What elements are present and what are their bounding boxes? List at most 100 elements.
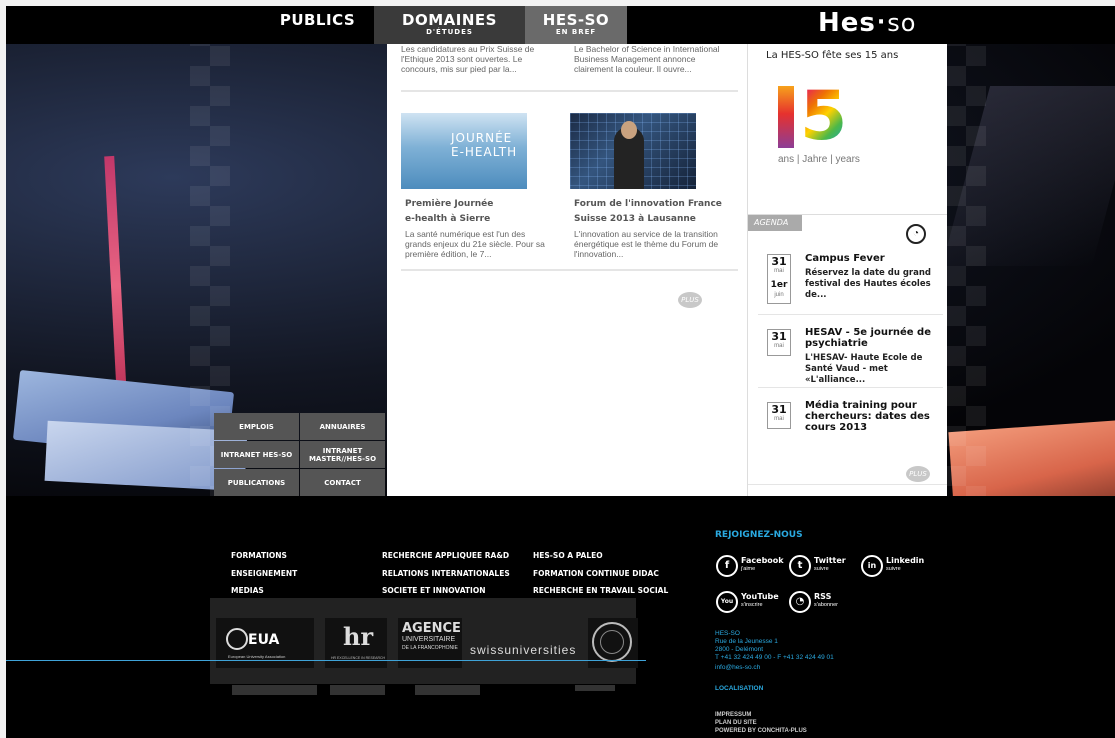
event2-month: mai (774, 343, 784, 349)
news-item1-text: La santé numérique est l'un des grands e… (405, 229, 545, 259)
auf-logo-line2: UNIVERSITAIRE (402, 636, 456, 643)
top-navigation: PUBLICS DOMAINES D'ÉTUDES HES-SO EN BREF… (6, 6, 1115, 44)
agenda-rss-icon[interactable]: ◔ (906, 224, 926, 244)
pink-light-streak (104, 155, 128, 417)
rss-sub: s'abonner (814, 602, 838, 608)
rss-icon[interactable]: ◔ (789, 591, 811, 613)
sidebar-bottom-divider (748, 484, 947, 485)
quicklink-intranet-master[interactable]: INTRANET MASTER//HES-SO (300, 441, 385, 468)
powered-by-link[interactable]: POWERED BY CONCHITA-PLUS (715, 728, 807, 736)
event2-day: 31 (771, 330, 787, 343)
nav-publics[interactable]: PUBLICS (260, 6, 375, 44)
event3-date: 31 mai (767, 402, 791, 429)
event1-text: Réservez la date du grand festival des H… (805, 268, 931, 300)
news-item2-title[interactable]: Forum de l'innovation France Suisse 2013… (574, 197, 722, 227)
quicklink-emplois[interactable]: EMPLOIS (214, 413, 299, 440)
news-item2-text: L'innovation au service de la transition… (574, 229, 719, 259)
plan-du-site-link[interactable]: PLAN DU SITE (715, 720, 757, 728)
quicklink-annuaires[interactable]: ANNUAIRES (300, 413, 385, 440)
news-item2-title-line2: Suisse 2013 à Lausanne (574, 214, 696, 224)
news-plus-button[interactable]: PLUS (678, 292, 702, 308)
address-city: 2800 - Delémont (715, 646, 764, 653)
event2-date: 31 mai (767, 329, 791, 356)
news-panel: Les candidatures au Prix Suisse de l'Eth… (387, 44, 747, 496)
linkedin-icon[interactable]: in (861, 555, 883, 577)
partner-logos: EUA European University Association hr H… (210, 598, 638, 684)
news-top-right-text: Le Bachelor of Science in International … (574, 44, 720, 74)
address-phone: T +41 32 424 49 00 - F +41 32 424 49 01 (715, 654, 834, 661)
event1-day: 31 (771, 255, 787, 268)
footer-blue-line (6, 660, 646, 661)
event2-title[interactable]: HESAV - 5e journée de psychiatrie (805, 327, 945, 349)
agenda-plus-button[interactable]: PLUS (906, 466, 930, 482)
nav-hesso-label: HES-SO (542, 11, 610, 29)
impressum-link[interactable]: IMPRESSUM (715, 712, 751, 720)
agenda-label: AGENDA (748, 215, 802, 231)
event-divider (758, 314, 943, 315)
diamond-pattern-right (946, 6, 986, 496)
nav-hesso-sublabel: EN BREF (555, 28, 597, 36)
localisation-link[interactable]: LOCALISATION (715, 685, 763, 693)
quicklink-intranet-hesso[interactable]: INTRANET HES-SO (214, 441, 299, 468)
footer-link-formations[interactable]: FORMATIONS (231, 551, 287, 560)
news-top-left-text: Les candidatures au Prix Suisse de l'Eth… (401, 44, 535, 74)
e-health-image[interactable]: JOURNÉE E-HEALTH (401, 113, 527, 189)
event1-month: mai (774, 268, 784, 274)
logo-reflection (330, 685, 385, 695)
nav-hesso[interactable]: HES-SO EN BREF (525, 6, 627, 44)
address-email[interactable]: info@hes-so.ch (715, 664, 760, 672)
facebook-label[interactable]: Facebook (741, 556, 784, 565)
footer-link-didac[interactable]: FORMATION CONTINUE DIDAC (533, 569, 659, 578)
hes-so-logo[interactable]: Hes·so (818, 8, 916, 38)
footer-link-travail-social[interactable]: RECHERCHE EN TRAVAIL SOCIAL (533, 586, 668, 595)
news-item1-title[interactable]: Première Journée e-health à Sierre (405, 197, 493, 227)
nav-domaines-label: DOMAINES (402, 11, 497, 29)
address-org: HES-SO (715, 630, 740, 637)
rss-label[interactable]: RSS (814, 592, 831, 601)
address-street: Rue de la Jeunesse 1 (715, 638, 778, 645)
years-text: ans | Jahre | years (778, 154, 860, 165)
event1-month2: juin (774, 292, 784, 298)
logo-reflection (415, 685, 480, 695)
event1-day2: 1er (770, 280, 788, 290)
event3-title[interactable]: Média training pour chercheurs: dates de… (805, 400, 945, 433)
forum-innovation-image[interactable] (570, 113, 696, 189)
facebook-sub: j'aime (741, 566, 756, 572)
youtube-sub: s'inscrire (741, 602, 763, 608)
news-item1-title-line1: Première Journée (405, 199, 494, 209)
footer-link-enseignement[interactable]: ENSEIGNEMENT (231, 569, 297, 578)
logo-reflection (232, 685, 317, 695)
twitter-icon[interactable]: t (789, 555, 811, 577)
footer-link-recherche[interactable]: RECHERCHE APPLIQUEE RA&D (382, 551, 509, 560)
news-divider (401, 90, 738, 92)
quicklink-contact[interactable]: CONTACT (300, 469, 385, 496)
logo-dot: · (876, 10, 887, 35)
logo-hes: Hes (818, 8, 876, 38)
e-health-image-text: JOURNÉE E-HEALTH (451, 131, 518, 159)
swissuniversities-logo[interactable]: swissuniversities (470, 643, 576, 657)
nav-publics-label: PUBLICS (279, 11, 356, 29)
nav-domaines[interactable]: DOMAINES D'ÉTUDES (374, 6, 525, 44)
footer-link-societe[interactable]: SOCIETE ET INNOVATION (382, 586, 486, 595)
footer-link-relations[interactable]: RELATIONS INTERNATIONALES (382, 569, 510, 578)
hr-logo-text: hr (343, 622, 374, 651)
twitter-label[interactable]: Twitter (814, 556, 846, 565)
youtube-label[interactable]: YouTube (741, 592, 779, 601)
event3-month: mai (774, 416, 784, 422)
eua-logo-text: EUA (248, 632, 280, 648)
footer-link-paleo[interactable]: HES-SO A PALEO (533, 551, 603, 560)
news-divider-bottom (401, 269, 738, 271)
footer-link-medias[interactable]: MEDIAS (231, 586, 264, 595)
linkedin-label[interactable]: Linkedin (886, 556, 924, 565)
youtube-icon[interactable]: You (716, 591, 738, 613)
event1-date: 31 mai 1er juin (767, 254, 791, 304)
facebook-icon[interactable]: f (716, 555, 738, 577)
logo-reflection (575, 685, 615, 691)
auf-logo-line3: DE LA FRANCOPHONIE (402, 645, 458, 651)
quicklink-publications[interactable]: PUBLICATIONS (214, 469, 299, 496)
twitter-sub: suivre (814, 566, 829, 572)
event2-text: L'HESAV- Haute Ecole de Santé Vaud - met… (805, 353, 923, 385)
event1-title[interactable]: Campus Fever (805, 253, 945, 264)
quick-links: EMPLOIS ANNUAIRES INTRANET HES-SO INTRAN… (214, 413, 387, 496)
nav-domaines-sublabel: D'ÉTUDES (426, 28, 473, 36)
